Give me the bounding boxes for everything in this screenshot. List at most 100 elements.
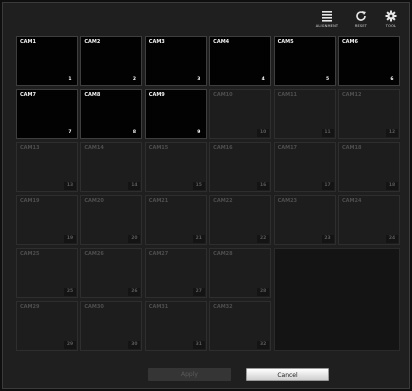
camera-number: 16 xyxy=(257,182,270,190)
camera-number: 2 xyxy=(132,77,136,82)
camera-name: CAM3 xyxy=(148,39,165,45)
camera-name: CAM7 xyxy=(20,92,36,98)
camera-name: CAM12 xyxy=(341,92,362,98)
camera-cell[interactable]: CAM6 6 xyxy=(337,36,400,86)
camera-cell[interactable]: CAM27 27 xyxy=(144,248,207,298)
camera-name: CAM17 xyxy=(277,145,298,151)
camera-cell[interactable]: CAM21 21 xyxy=(144,195,207,245)
camera-number: 18 xyxy=(385,182,398,190)
camera-cell[interactable]: CAM11 11 xyxy=(273,89,336,139)
camera-name: CAM4 xyxy=(213,39,230,45)
camera-cell[interactable]: CAM19 19 xyxy=(16,195,78,245)
toolbar: ALIGNMENT RESET TOOL xyxy=(311,10,403,28)
camera-name: CAM22 xyxy=(213,198,233,204)
camera-cell[interactable]: CAM23 23 xyxy=(273,195,336,245)
camera-cell[interactable]: CAM31 31 xyxy=(144,301,207,351)
camera-cell[interactable]: CAM28 28 xyxy=(209,248,272,298)
camera-cell[interactable]: CAM24 24 xyxy=(337,195,400,245)
camera-cell[interactable]: CAM17 17 xyxy=(273,142,336,192)
camera-number: 27 xyxy=(192,288,205,296)
alignment-label: ALIGNMENT xyxy=(315,24,339,28)
camera-number: 1 xyxy=(68,77,72,82)
camera-number: 30 xyxy=(128,341,141,349)
camera-cell[interactable]: CAM3 3 xyxy=(144,36,207,86)
camera-cell[interactable]: CAM22 22 xyxy=(209,195,272,245)
camera-cell[interactable]: CAM10 10 xyxy=(209,89,272,139)
camera-cell[interactable]: CAM14 14 xyxy=(80,142,143,192)
camera-number: 23 xyxy=(321,235,334,243)
camera-cell[interactable]: CAM18 18 xyxy=(337,142,400,192)
camera-name: CAM16 xyxy=(213,145,233,151)
camera-name: CAM24 xyxy=(341,198,362,204)
camera-number: 32 xyxy=(257,341,270,349)
camera-cell[interactable]: CAM25 25 xyxy=(16,248,78,298)
camera-name: CAM14 xyxy=(84,145,104,151)
camera-cell[interactable]: CAM12 12 xyxy=(337,89,400,139)
camera-number: 22 xyxy=(257,235,270,243)
camera-name: CAM11 xyxy=(277,92,298,98)
tool-button[interactable]: TOOL xyxy=(379,10,403,28)
camera-number: 11 xyxy=(321,129,334,137)
camera-name: CAM32 xyxy=(213,304,233,310)
camera-number: 20 xyxy=(128,235,141,243)
camera-number: 15 xyxy=(192,182,205,190)
camera-number: 7 xyxy=(68,130,72,135)
camera-number: 19 xyxy=(64,235,76,243)
reset-button[interactable]: RESET xyxy=(349,10,373,28)
camera-number: 9 xyxy=(197,130,201,135)
empty-slot xyxy=(273,248,400,351)
camera-name: CAM13 xyxy=(20,145,40,151)
alignment-button[interactable]: ALIGNMENT xyxy=(311,10,343,28)
camera-cell[interactable]: CAM2 2 xyxy=(80,36,143,86)
camera-number: 17 xyxy=(321,182,334,190)
camera-cell[interactable]: CAM32 32 xyxy=(209,301,272,351)
camera-number: 10 xyxy=(257,129,270,137)
alignment-icon xyxy=(322,11,332,22)
cancel-button[interactable]: Cancel xyxy=(246,368,329,381)
camera-cell[interactable]: CAM26 26 xyxy=(80,248,143,298)
camera-cell[interactable]: CAM5 5 xyxy=(273,36,336,86)
camera-number: 24 xyxy=(385,235,398,243)
camera-number: 8 xyxy=(132,130,136,135)
camera-number: 12 xyxy=(385,129,398,137)
camera-number: 26 xyxy=(128,288,141,296)
gear-icon xyxy=(385,10,397,22)
camera-name: CAM10 xyxy=(213,92,233,98)
camera-cell[interactable]: CAM8 8 xyxy=(80,89,143,139)
camera-number: 3 xyxy=(197,77,201,82)
tool-label: TOOL xyxy=(385,24,397,28)
camera-number: 29 xyxy=(64,341,76,349)
camera-cell[interactable]: CAM20 20 xyxy=(80,195,143,245)
camera-name: CAM19 xyxy=(20,198,40,204)
camera-cell[interactable]: CAM9 9 xyxy=(144,89,207,139)
camera-number: 21 xyxy=(192,235,205,243)
camera-grid: CAM1 1 CAM2 2 CAM3 3 CAM4 4 CAM5 5 CAM6 6 CAM7 7 CAM8 8… xyxy=(16,36,400,351)
camera-name: CAM9 xyxy=(148,92,165,98)
camera-name: CAM5 xyxy=(277,39,294,45)
camera-name: CAM30 xyxy=(84,304,104,310)
camera-name: CAM18 xyxy=(341,145,362,151)
camera-cell[interactable]: CAM15 15 xyxy=(144,142,207,192)
camera-name: CAM29 xyxy=(20,304,40,310)
reset-icon xyxy=(356,11,366,21)
camera-name: CAM25 xyxy=(20,251,40,257)
camera-layout-panel: ALIGNMENT RESET TOOL CAM1 1 CAM2 2 CAM3 … xyxy=(2,2,410,389)
camera-name: CAM20 xyxy=(84,198,104,204)
camera-name: CAM23 xyxy=(277,198,298,204)
camera-cell[interactable]: CAM13 13 xyxy=(16,142,78,192)
camera-name: CAM15 xyxy=(148,145,169,151)
camera-number: 28 xyxy=(257,288,270,296)
camera-cell[interactable]: CAM30 30 xyxy=(80,301,143,351)
camera-cell[interactable]: CAM29 29 xyxy=(16,301,78,351)
camera-cell[interactable]: CAM16 16 xyxy=(209,142,272,192)
camera-name: CAM27 xyxy=(148,251,169,257)
apply-button[interactable]: Apply xyxy=(148,368,231,381)
camera-cell[interactable]: CAM1 1 xyxy=(16,36,78,86)
camera-number: 25 xyxy=(64,288,76,296)
camera-cell[interactable]: CAM7 7 xyxy=(16,89,78,139)
camera-cell[interactable]: CAM4 4 xyxy=(209,36,272,86)
camera-name: CAM31 xyxy=(148,304,169,310)
camera-name: CAM6 xyxy=(341,39,358,45)
camera-number: 13 xyxy=(64,182,76,190)
camera-number: 6 xyxy=(390,77,394,82)
